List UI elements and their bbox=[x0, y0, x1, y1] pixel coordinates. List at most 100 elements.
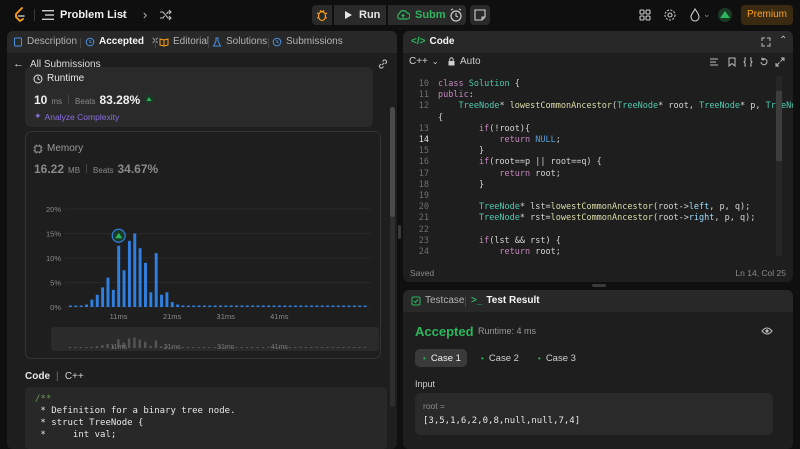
tab-editorial[interactable]: Editorial bbox=[159, 36, 209, 47]
chart-bar[interactable] bbox=[149, 292, 153, 307]
chart-bar[interactable] bbox=[111, 289, 115, 307]
chart-bar[interactable] bbox=[347, 305, 351, 308]
chart-bar[interactable] bbox=[176, 304, 180, 307]
list-icon[interactable] bbox=[42, 9, 54, 21]
case-3-tab[interactable]: • Case 3 bbox=[530, 349, 582, 367]
panel-resize-handle[interactable] bbox=[592, 284, 606, 287]
code-line[interactable]: if(lst && rst) { bbox=[438, 236, 561, 247]
chart-bar[interactable] bbox=[240, 305, 244, 308]
code-preview[interactable]: /** * Definition for a binary tree node.… bbox=[25, 387, 387, 449]
code-line[interactable]: } bbox=[438, 146, 484, 157]
tab-submissions[interactable]: Submissions bbox=[272, 36, 343, 47]
chart-bar[interactable] bbox=[288, 305, 292, 308]
code-line[interactable]: public: bbox=[438, 90, 474, 101]
chart-bar[interactable] bbox=[363, 305, 367, 308]
premium-button[interactable]: Premium bbox=[741, 5, 793, 25]
chevron-left-icon[interactable]: ‹ bbox=[117, 8, 131, 22]
chart-bar[interactable] bbox=[277, 305, 281, 308]
chart-bar[interactable] bbox=[122, 270, 126, 307]
chart-bar[interactable] bbox=[127, 240, 131, 307]
chart-bar[interactable] bbox=[267, 305, 271, 308]
code-line[interactable]: return root; bbox=[438, 169, 560, 180]
chart-bar[interactable] bbox=[85, 304, 89, 307]
chevron-right-icon[interactable]: › bbox=[138, 8, 152, 22]
chart-bar[interactable] bbox=[342, 305, 346, 308]
chart-bar[interactable] bbox=[315, 305, 319, 308]
chart-bar[interactable] bbox=[310, 305, 314, 308]
grid-icon[interactable] bbox=[638, 8, 652, 22]
chevron-up-icon[interactable]: ⌃ bbox=[779, 35, 787, 46]
chart-bar[interactable] bbox=[160, 294, 164, 307]
chart-bar[interactable] bbox=[138, 248, 142, 307]
chart-bar[interactable] bbox=[79, 305, 83, 308]
editor-scrollbar-thumb[interactable] bbox=[776, 91, 782, 161]
link-icon[interactable] bbox=[377, 58, 389, 70]
case-1-tab[interactable]: • Case 1 bbox=[415, 349, 467, 367]
code-line[interactable]: if(root==p || root==q) { bbox=[438, 157, 602, 168]
chart-bar[interactable] bbox=[245, 305, 249, 308]
chart-bar[interactable] bbox=[186, 305, 190, 308]
chart-bar[interactable] bbox=[256, 305, 260, 308]
chart-bar[interactable] bbox=[197, 305, 201, 308]
code-line[interactable]: { bbox=[438, 113, 443, 124]
code-tab[interactable]: </> Code bbox=[411, 36, 454, 47]
chevron-down-icon[interactable]: ⌄ bbox=[703, 9, 711, 20]
code-line[interactable]: TreeNode* rst=lowestCommonAncestor(root-… bbox=[438, 213, 755, 224]
chart-bar[interactable] bbox=[219, 305, 222, 308]
code-line[interactable]: return root; bbox=[438, 247, 560, 258]
chart-bar[interactable] bbox=[154, 253, 158, 307]
chart-bar[interactable] bbox=[192, 305, 196, 308]
align-icon[interactable] bbox=[709, 57, 719, 67]
chart-bar[interactable] bbox=[326, 305, 330, 308]
chart-bar[interactable] bbox=[299, 305, 303, 308]
tab-test-result[interactable]: >_ Test Result bbox=[471, 295, 540, 306]
tab-solutions[interactable]: Solutions bbox=[212, 36, 267, 47]
code-line[interactable]: } bbox=[438, 180, 484, 191]
runtime-distribution-chart[interactable]: 20% 15% 10% 5% 0% 11ms 21ms 31ms 41ms 11ms 21ms 31m… bbox=[25, 131, 381, 359]
chart-bar[interactable] bbox=[331, 305, 335, 308]
chart-bar[interactable] bbox=[251, 305, 255, 308]
leetcode-logo[interactable] bbox=[12, 7, 28, 23]
chart-bar[interactable] bbox=[224, 305, 228, 308]
chart-bar[interactable] bbox=[229, 305, 233, 308]
chart-bar[interactable] bbox=[235, 305, 239, 308]
chart-bar[interactable] bbox=[358, 305, 362, 308]
chart-bar[interactable] bbox=[101, 287, 105, 307]
chart-bar[interactable] bbox=[261, 305, 265, 308]
gear-icon[interactable] bbox=[663, 8, 677, 22]
chart-bar[interactable] bbox=[106, 277, 110, 307]
chart-bar[interactable] bbox=[95, 294, 99, 307]
code-line[interactable]: return NULL; bbox=[438, 135, 560, 146]
debug-button[interactable] bbox=[312, 5, 332, 25]
code-editor[interactable]: 10 class Solution {11 public: 12 TreeNode* … bbox=[403, 76, 793, 258]
streak-flame-icon[interactable] bbox=[688, 8, 702, 22]
chart-bar[interactable] bbox=[144, 262, 147, 307]
maximize-icon[interactable] bbox=[761, 37, 771, 47]
tab-accepted[interactable]: Accepted ✕ bbox=[85, 36, 159, 47]
chart-bar[interactable] bbox=[352, 305, 356, 308]
case-2-tab[interactable]: • Case 2 bbox=[473, 349, 525, 367]
chart-bar[interactable] bbox=[294, 305, 297, 308]
chart-bar[interactable] bbox=[283, 305, 287, 308]
chart-bar[interactable] bbox=[213, 305, 217, 308]
eye-icon[interactable] bbox=[761, 326, 773, 336]
runtime-card[interactable]: Runtime 10 ms Beats 83.28% ✦ Analyze Com… bbox=[25, 67, 373, 127]
code-line[interactable]: if(!root){ bbox=[438, 124, 530, 135]
chart-bar[interactable] bbox=[90, 299, 94, 307]
avatar[interactable] bbox=[717, 7, 733, 23]
expand-icon[interactable] bbox=[775, 57, 785, 67]
run-button[interactable]: Run bbox=[334, 5, 386, 25]
tab-description[interactable]: Description bbox=[13, 36, 77, 47]
auto-mode[interactable]: Auto bbox=[447, 56, 481, 67]
shuffle-icon[interactable] bbox=[159, 8, 173, 22]
bookmark-icon[interactable] bbox=[727, 57, 737, 67]
code-line[interactable]: TreeNode* lst=lowestCommonAncestor(root-… bbox=[438, 202, 750, 213]
braces-icon[interactable] bbox=[743, 57, 753, 67]
tab-testcase[interactable]: Testcase bbox=[411, 295, 464, 306]
chart-bar[interactable] bbox=[165, 292, 169, 307]
code-line[interactable]: TreeNode* lowestCommonAncestor(TreeNode*… bbox=[438, 101, 793, 112]
chart-bar[interactable] bbox=[181, 305, 185, 308]
chart-bar[interactable] bbox=[133, 233, 137, 308]
code-line[interactable]: class Solution { bbox=[438, 79, 520, 90]
chart-bar[interactable] bbox=[74, 305, 78, 308]
